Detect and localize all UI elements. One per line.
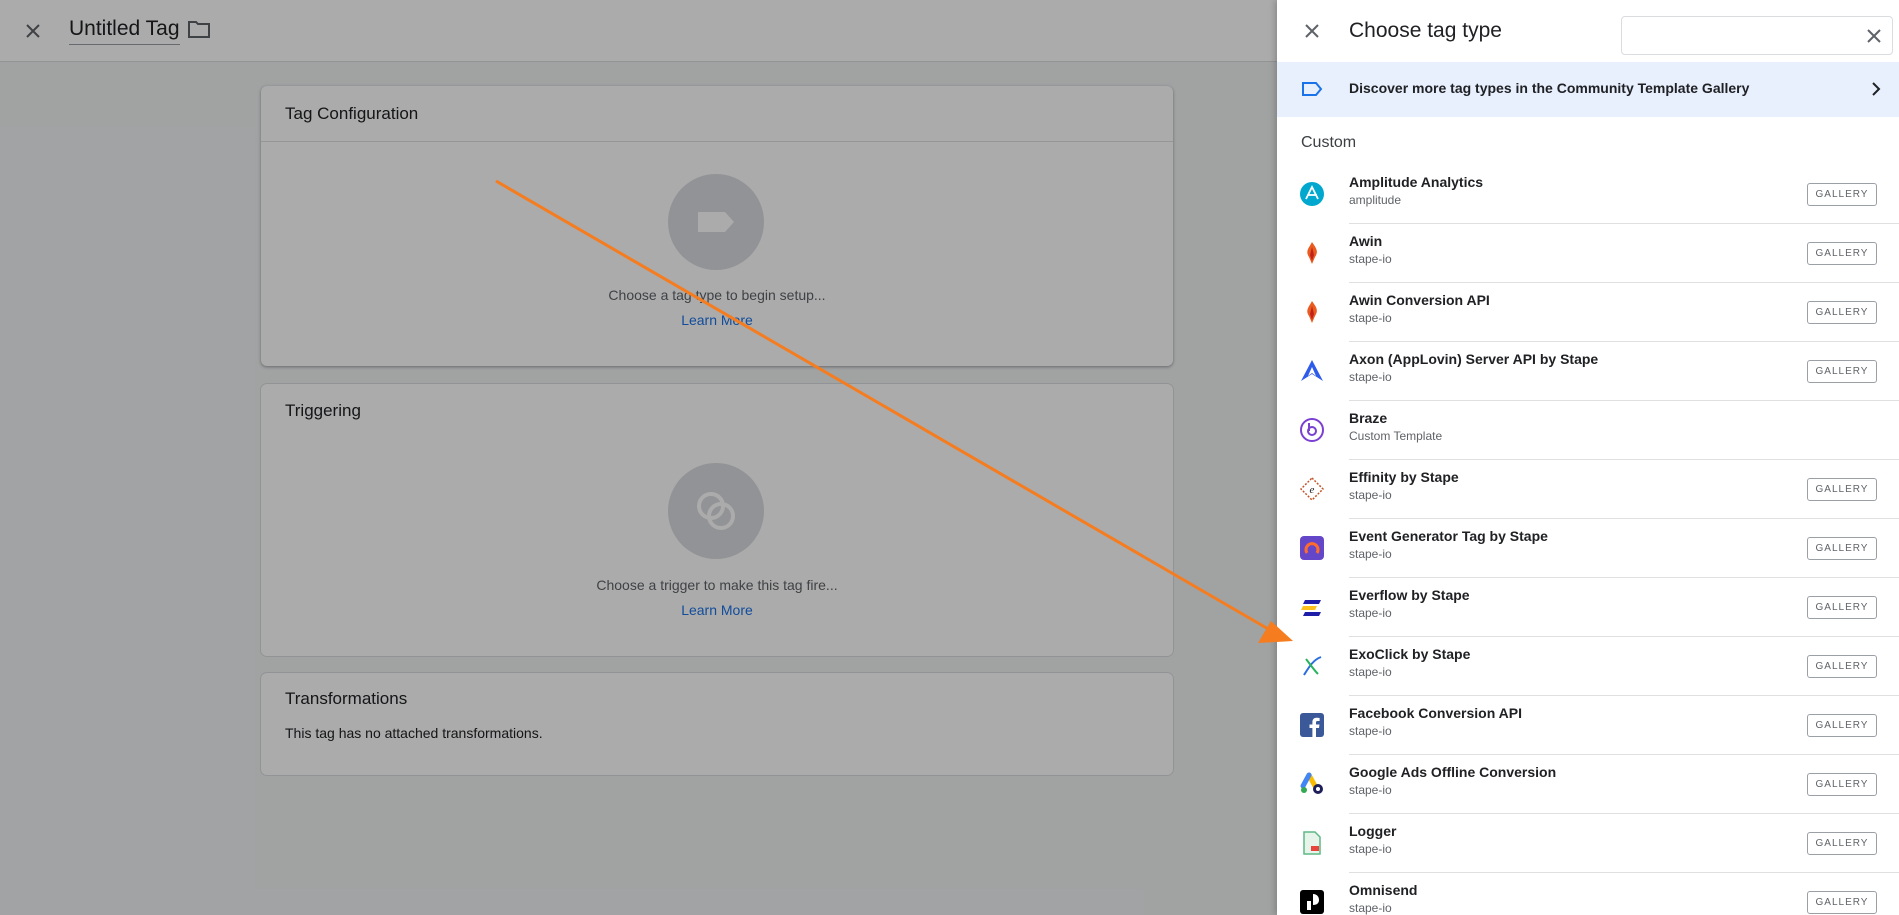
- close-icon[interactable]: [1299, 18, 1325, 44]
- event-generator-icon: [1299, 535, 1325, 561]
- tag-type-publisher: amplitude: [1349, 193, 1402, 207]
- chevron-right-icon: [1867, 80, 1885, 98]
- tag-type-name: Omnisend: [1349, 882, 1418, 898]
- amplitude-icon: [1299, 181, 1325, 207]
- tag-type-row[interactable]: Amplitude Analytics amplitude GALLERY: [1277, 165, 1899, 224]
- tag-type-publisher: stape-io: [1349, 370, 1392, 384]
- tag-type-row[interactable]: Braze Custom Template: [1277, 401, 1899, 460]
- gallery-button[interactable]: GALLERY: [1807, 596, 1877, 619]
- tag-type-name: Event Generator Tag by Stape: [1349, 528, 1548, 544]
- svg-text:e: e: [1310, 484, 1315, 496]
- tag-type-row[interactable]: ExoClick by Stape stape-io GALLERY: [1277, 637, 1899, 696]
- logger-icon: [1299, 830, 1325, 856]
- tag-type-name: ExoClick by Stape: [1349, 646, 1471, 662]
- gallery-button[interactable]: GALLERY: [1807, 891, 1877, 914]
- tag-type-publisher: stape-io: [1349, 606, 1392, 620]
- tag-type-publisher: stape-io: [1349, 252, 1392, 266]
- tag-type-publisher: stape-io: [1349, 901, 1392, 915]
- search-box[interactable]: [1621, 16, 1893, 55]
- gallery-button[interactable]: GALLERY: [1807, 832, 1877, 855]
- tag-type-row[interactable]: Logger stape-io GALLERY: [1277, 814, 1899, 873]
- tag-type-row[interactable]: Axon (AppLovin) Server API by Stape stape…: [1277, 342, 1899, 401]
- gallery-button[interactable]: GALLERY: [1807, 301, 1877, 324]
- awin-icon: [1299, 240, 1325, 266]
- clear-search-icon[interactable]: [1862, 24, 1886, 48]
- tag-type-publisher: stape-io: [1349, 665, 1392, 679]
- panel-header: Choose tag type: [1277, 0, 1899, 62]
- tag-type-name: Google Ads Offline Conversion: [1349, 764, 1557, 780]
- section-label: Custom: [1301, 134, 1357, 151]
- tag-type-row[interactable]: Awin Conversion API stape-io GALLERY: [1277, 283, 1899, 342]
- gallery-button[interactable]: GALLERY: [1807, 537, 1877, 560]
- tag-type-publisher: stape-io: [1349, 547, 1392, 561]
- banner-text: Discover more tag types in the Community…: [1349, 80, 1750, 96]
- tag-type-row[interactable]: Everflow by Stape stape-io GALLERY: [1277, 578, 1899, 637]
- panel-title: Choose tag type: [1349, 19, 1502, 42]
- tag-type-name: Awin Conversion API: [1349, 292, 1490, 308]
- tag-type-row[interactable]: Event Generator Tag by Stape stape-io GALL…: [1277, 519, 1899, 578]
- facebook-icon: [1299, 712, 1325, 738]
- tag-type-name: Logger: [1349, 823, 1397, 839]
- tag-type-list: Amplitude Analytics amplitude GALLERY Awin s…: [1277, 165, 1899, 915]
- tag-type-name: Amplitude Analytics: [1349, 174, 1484, 190]
- tag-type-publisher: stape-io: [1349, 311, 1392, 325]
- dim-overlay[interactable]: [0, 0, 1277, 915]
- gallery-button[interactable]: GALLERY: [1807, 773, 1877, 796]
- gallery-button[interactable]: GALLERY: [1807, 242, 1877, 265]
- gallery-button[interactable]: GALLERY: [1807, 714, 1877, 737]
- community-gallery-banner[interactable]: Discover more tag types in the Community…: [1277, 62, 1899, 117]
- tag-type-publisher: stape-io: [1349, 842, 1392, 856]
- tag-type-publisher: Custom Template: [1349, 429, 1443, 443]
- omnisend-icon: [1299, 889, 1325, 915]
- google-ads-icon: [1299, 771, 1325, 797]
- tag-type-row[interactable]: e Effinity by Stape stape-io GALLERY: [1277, 460, 1899, 519]
- tag-type-row[interactable]: Facebook Conversion API stape-io GALLERY: [1277, 696, 1899, 755]
- search-input[interactable]: [1630, 23, 1850, 49]
- tag-type-publisher: stape-io: [1349, 488, 1392, 502]
- tag-type-name: Awin: [1349, 233, 1383, 249]
- tag-outline-icon: [1301, 81, 1323, 97]
- effinity-icon: e: [1299, 476, 1325, 502]
- tag-type-name: Braze: [1349, 410, 1388, 426]
- tag-type-name: Everflow by Stape: [1349, 587, 1470, 603]
- tag-type-name: Axon (AppLovin) Server API by Stape: [1349, 351, 1599, 367]
- braze-icon: [1299, 417, 1325, 443]
- gallery-button[interactable]: GALLERY: [1807, 655, 1877, 678]
- tag-type-row[interactable]: Google Ads Offline Conversion stape-io GAL…: [1277, 755, 1899, 814]
- tag-type-name: Effinity by Stape: [1349, 469, 1459, 485]
- everflow-icon: [1299, 594, 1325, 620]
- tag-type-row[interactable]: Awin stape-io GALLERY: [1277, 224, 1899, 283]
- gallery-button[interactable]: GALLERY: [1807, 183, 1877, 206]
- gallery-button[interactable]: GALLERY: [1807, 360, 1877, 383]
- awin-icon: [1299, 299, 1325, 325]
- tag-type-publisher: stape-io: [1349, 783, 1392, 797]
- tag-type-publisher: stape-io: [1349, 724, 1392, 738]
- gallery-button[interactable]: GALLERY: [1807, 478, 1877, 501]
- tag-type-name: Facebook Conversion API: [1349, 705, 1522, 721]
- tag-editor: Untitled Tag Tag Configuration Choose a …: [0, 0, 1277, 915]
- axon-icon: [1299, 358, 1325, 384]
- choose-tag-type-panel: Choose tag type Discover more tag types …: [1277, 0, 1899, 915]
- exoclick-icon: [1299, 653, 1325, 679]
- tag-type-row[interactable]: Omnisend stape-io GALLERY: [1277, 873, 1899, 915]
